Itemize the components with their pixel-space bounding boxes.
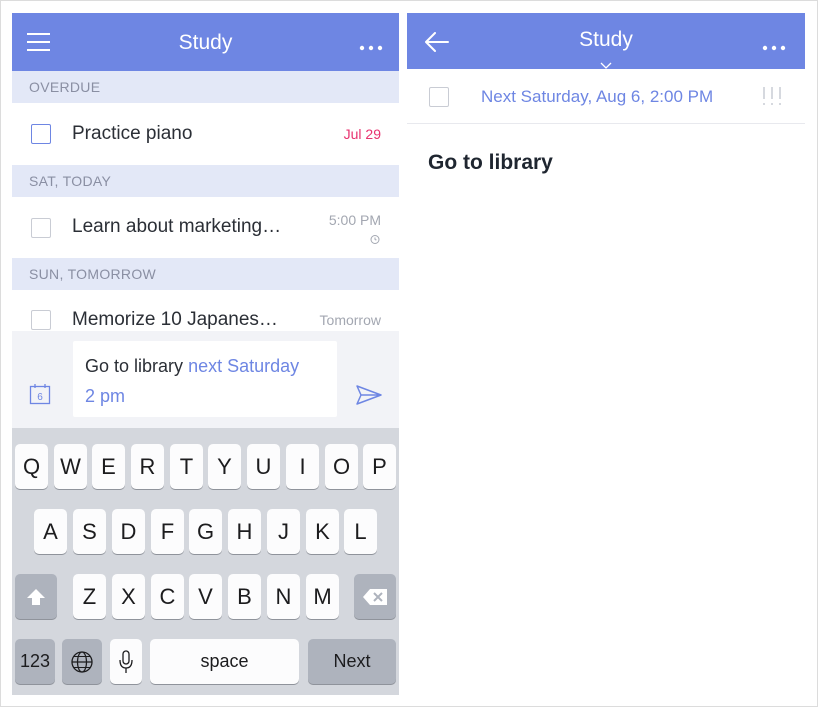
key-r[interactable]: R [131, 444, 164, 489]
key-c[interactable]: C [151, 574, 184, 619]
shift-icon [27, 589, 45, 605]
task-detail-screen: Study Next Saturday, Aug 6, 2:00 PM Go t… [407, 13, 805, 695]
backspace-key[interactable] [354, 574, 396, 619]
key-s[interactable]: S [73, 509, 106, 554]
more-dots-icon[interactable] [359, 38, 383, 51]
priority-icon[interactable] [761, 85, 783, 107]
key-l[interactable]: L [344, 509, 377, 554]
key-z[interactable]: Z [73, 574, 106, 619]
mic-key[interactable] [110, 639, 142, 684]
send-icon[interactable] [356, 385, 382, 405]
task-checkbox[interactable] [31, 124, 51, 144]
key-g[interactable]: G [189, 509, 222, 554]
section-header-overdue: OVERDUE [12, 71, 399, 103]
due-date-row[interactable]: Next Saturday, Aug 6, 2:00 PM [407, 69, 805, 123]
globe-key[interactable] [62, 639, 102, 684]
chevron-down-icon[interactable] [600, 56, 612, 69]
next-key[interactable]: Next [308, 639, 396, 684]
calendar-icon[interactable]: 6 [29, 383, 51, 405]
list-header: Study [12, 13, 399, 71]
task-checkbox[interactable] [429, 87, 449, 107]
globe-icon [71, 651, 93, 673]
space-key[interactable]: space [150, 639, 299, 684]
task-title: Practice piano [72, 123, 193, 144]
section-header-today: SAT, TODAY [12, 165, 399, 197]
task-row[interactable]: Memorize 10 Japanes… Tomorrow [12, 290, 399, 331]
key-d[interactable]: D [112, 509, 145, 554]
key-n[interactable]: N [267, 574, 300, 619]
detail-title[interactable]: Study [407, 28, 805, 52]
task-title: Learn about marketing… [72, 216, 282, 237]
key-f[interactable]: F [151, 509, 184, 554]
shift-key[interactable] [15, 574, 57, 619]
key-y[interactable]: Y [208, 444, 241, 489]
quick-add-bar: 6 Go to library next Saturday 2 pm [12, 331, 399, 428]
key-w[interactable]: W [54, 444, 87, 489]
key-k[interactable]: K [306, 509, 339, 554]
numbers-key[interactable]: 123 [15, 639, 55, 684]
task-checkbox[interactable] [31, 310, 51, 330]
task-row[interactable]: Practice piano Jul 29 [12, 103, 399, 163]
backspace-icon [363, 589, 387, 605]
key-a[interactable]: A [34, 509, 67, 554]
keyboard: Q W E R T Y U I O P A S D F G H J K L Z … [12, 428, 399, 695]
due-date-label[interactable]: Next Saturday, Aug 6, 2:00 PM [481, 87, 713, 107]
microphone-icon [119, 650, 133, 673]
task-row[interactable]: Learn about marketing… 5:00 PM [12, 197, 399, 257]
key-p[interactable]: P [363, 444, 396, 489]
detail-header: Study [407, 13, 805, 69]
task-due-date: Tomorrow [319, 312, 381, 328]
key-u[interactable]: U [247, 444, 280, 489]
key-x[interactable]: X [112, 574, 145, 619]
input-time-highlight: 2 pm [85, 386, 126, 406]
alarm-icon [369, 232, 381, 244]
input-date-highlight: next Saturday [188, 356, 300, 376]
key-v[interactable]: V [189, 574, 222, 619]
calendar-day: 6 [37, 392, 43, 403]
key-i[interactable]: I [286, 444, 319, 489]
section-header-tomorrow: SUN, TOMORROW [12, 258, 399, 290]
input-text: Go to library [85, 356, 184, 376]
key-t[interactable]: T [170, 444, 203, 489]
task-title: Memorize 10 Japanes… [72, 309, 278, 330]
key-h[interactable]: H [228, 509, 261, 554]
key-q[interactable]: Q [15, 444, 48, 489]
task-due-time: 5:00 PM [328, 212, 381, 228]
key-j[interactable]: J [267, 509, 300, 554]
list-title: Study [178, 31, 233, 54]
task-list-screen: Study OVERDUE Practice piano Jul 29 SAT,… [12, 13, 399, 695]
task-due-date: Jul 29 [343, 126, 381, 142]
task-checkbox[interactable] [31, 218, 51, 238]
key-m[interactable]: M [306, 574, 339, 619]
key-o[interactable]: O [325, 444, 358, 489]
task-detail-title[interactable]: Go to library [428, 151, 553, 175]
more-dots-icon[interactable] [762, 38, 786, 51]
divider [407, 123, 805, 124]
key-b[interactable]: B [228, 574, 261, 619]
quick-add-input[interactable]: Go to library next Saturday 2 pm [73, 341, 337, 417]
key-e[interactable]: E [92, 444, 125, 489]
